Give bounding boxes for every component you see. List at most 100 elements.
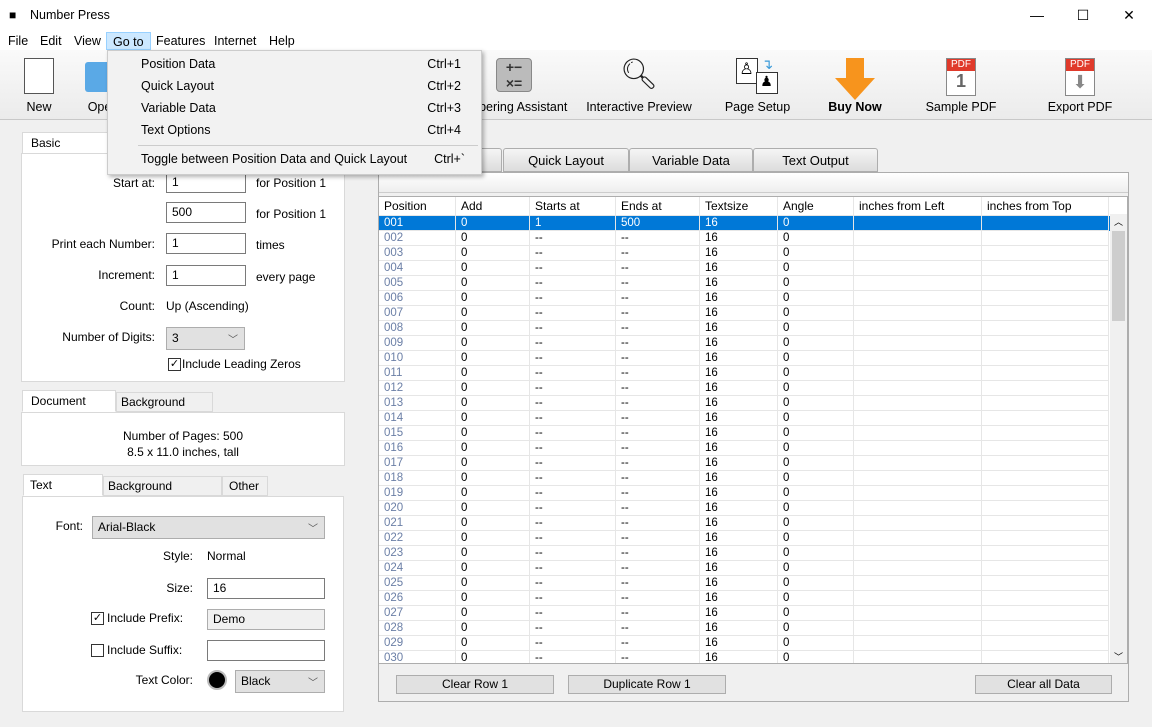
table-row[interactable]: 011 0 -- -- 16 0	[379, 366, 1111, 381]
table-cell[interactable]: 0	[456, 486, 530, 501]
table-cell[interactable]: 0	[778, 261, 854, 276]
table-cell[interactable]: 001	[379, 216, 456, 231]
table-cell[interactable]: 0	[778, 606, 854, 621]
table-cell[interactable]: --	[616, 426, 700, 441]
table-cell[interactable]	[982, 396, 1109, 411]
table-cell[interactable]	[982, 636, 1109, 651]
table-row[interactable]: 019 0 -- -- 16 0	[379, 486, 1111, 501]
table-cell[interactable]: 16	[700, 636, 778, 651]
table-cell[interactable]: 0	[456, 381, 530, 396]
table-cell[interactable]	[854, 246, 982, 261]
table-cell[interactable]: 015	[379, 426, 456, 441]
table-cell[interactable]: --	[616, 381, 700, 396]
close-button[interactable]: ✕	[1106, 0, 1152, 30]
table-cell[interactable]: --	[616, 576, 700, 591]
table-cell[interactable]: 0	[778, 381, 854, 396]
table-cell[interactable]: 0	[778, 336, 854, 351]
table-cell[interactable]: 16	[700, 426, 778, 441]
table-row[interactable]: 003 0 -- -- 16 0	[379, 246, 1111, 261]
table-row[interactable]: 001 0 1 500 16 0	[379, 216, 1111, 231]
table-cell[interactable]: --	[616, 246, 700, 261]
table-cell[interactable]	[982, 576, 1109, 591]
table-row[interactable]: 005 0 -- -- 16 0	[379, 276, 1111, 291]
table-cell[interactable]	[854, 426, 982, 441]
column-header[interactable]: inches from Top	[982, 197, 1109, 216]
table-row[interactable]: 007 0 -- -- 16 0	[379, 306, 1111, 321]
table-cell[interactable]: 013	[379, 396, 456, 411]
table-cell[interactable]: 0	[456, 471, 530, 486]
table-cell[interactable]: 0	[456, 426, 530, 441]
table-cell[interactable]: 0	[778, 216, 854, 231]
table-cell[interactable]	[854, 351, 982, 366]
table-cell[interactable]	[854, 576, 982, 591]
table-cell[interactable]: --	[530, 426, 616, 441]
table-cell[interactable]: 16	[700, 276, 778, 291]
table-cell[interactable]: 0	[778, 246, 854, 261]
table-cell[interactable]: 16	[700, 321, 778, 336]
table-cell[interactable]: --	[530, 621, 616, 636]
table-row[interactable]: 021 0 -- -- 16 0	[379, 516, 1111, 531]
table-cell[interactable]: --	[616, 351, 700, 366]
duplicate-row-button[interactable]: Duplicate Row 1	[568, 675, 726, 694]
table-cell[interactable]: 005	[379, 276, 456, 291]
table-cell[interactable]: 0	[778, 636, 854, 651]
table-cell[interactable]	[854, 336, 982, 351]
table-cell[interactable]: --	[616, 546, 700, 561]
table-cell[interactable]: --	[616, 306, 700, 321]
table-cell[interactable]: --	[616, 501, 700, 516]
table-cell[interactable]: 0	[778, 591, 854, 606]
table-cell[interactable]: 0	[456, 651, 530, 663]
menu-item-position-data[interactable]: Position Data Ctrl+1	[141, 53, 481, 75]
increment-input[interactable]: 1	[166, 265, 246, 286]
table-cell[interactable]: 0	[456, 576, 530, 591]
prefix-checkbox[interactable]: ✓	[91, 612, 104, 625]
table-cell[interactable]: 0	[456, 546, 530, 561]
table-cell[interactable]	[982, 291, 1109, 306]
table-cell[interactable]: 006	[379, 291, 456, 306]
table-cell[interactable]: --	[530, 261, 616, 276]
table-cell[interactable]: --	[616, 621, 700, 636]
table-cell[interactable]: 16	[700, 231, 778, 246]
table-cell[interactable]	[982, 486, 1109, 501]
menu-goto[interactable]: Go to	[106, 32, 151, 50]
table-cell[interactable]: 0	[456, 501, 530, 516]
table-cell[interactable]	[982, 606, 1109, 621]
table-cell[interactable]: --	[616, 411, 700, 426]
table-cell[interactable]	[982, 456, 1109, 471]
print-input[interactable]: 1	[166, 233, 246, 254]
table-cell[interactable]: 0	[456, 456, 530, 471]
table-cell[interactable]	[982, 561, 1109, 576]
table-cell[interactable]	[982, 531, 1109, 546]
table-cell[interactable]: 16	[700, 591, 778, 606]
table-cell[interactable]	[854, 636, 982, 651]
table-cell[interactable]: --	[616, 336, 700, 351]
new-button[interactable]: New	[8, 50, 70, 118]
table-cell[interactable]	[854, 606, 982, 621]
suffix-input[interactable]	[207, 640, 325, 661]
table-cell[interactable]: --	[530, 231, 616, 246]
table-cell[interactable]: 019	[379, 486, 456, 501]
table-cell[interactable]: 002	[379, 231, 456, 246]
table-cell[interactable]	[982, 306, 1109, 321]
table-cell[interactable]	[982, 546, 1109, 561]
table-row[interactable]: 026 0 -- -- 16 0	[379, 591, 1111, 606]
table-cell[interactable]: 0	[456, 261, 530, 276]
table-cell[interactable]: --	[530, 321, 616, 336]
minimize-button[interactable]: —	[1014, 0, 1060, 30]
table-cell[interactable]: --	[530, 396, 616, 411]
table-cell[interactable]: 0	[778, 576, 854, 591]
suffix-checkbox[interactable]	[91, 644, 104, 657]
table-cell[interactable]: --	[616, 441, 700, 456]
table-cell[interactable]: 16	[700, 351, 778, 366]
table-cell[interactable]	[854, 531, 982, 546]
table-cell[interactable]	[854, 231, 982, 246]
menu-item-text-options[interactable]: Text Options Ctrl+4	[141, 119, 481, 141]
table-cell[interactable]: 0	[778, 291, 854, 306]
table-cell[interactable]: 16	[700, 516, 778, 531]
column-header[interactable]: inches from Left	[854, 197, 982, 216]
column-header[interactable]: Position	[379, 197, 456, 216]
tab-document-info[interactable]: Document Info	[22, 390, 116, 428]
table-cell[interactable]: --	[616, 561, 700, 576]
table-cell[interactable]: 16	[700, 501, 778, 516]
menu-help[interactable]: Help	[263, 32, 301, 50]
